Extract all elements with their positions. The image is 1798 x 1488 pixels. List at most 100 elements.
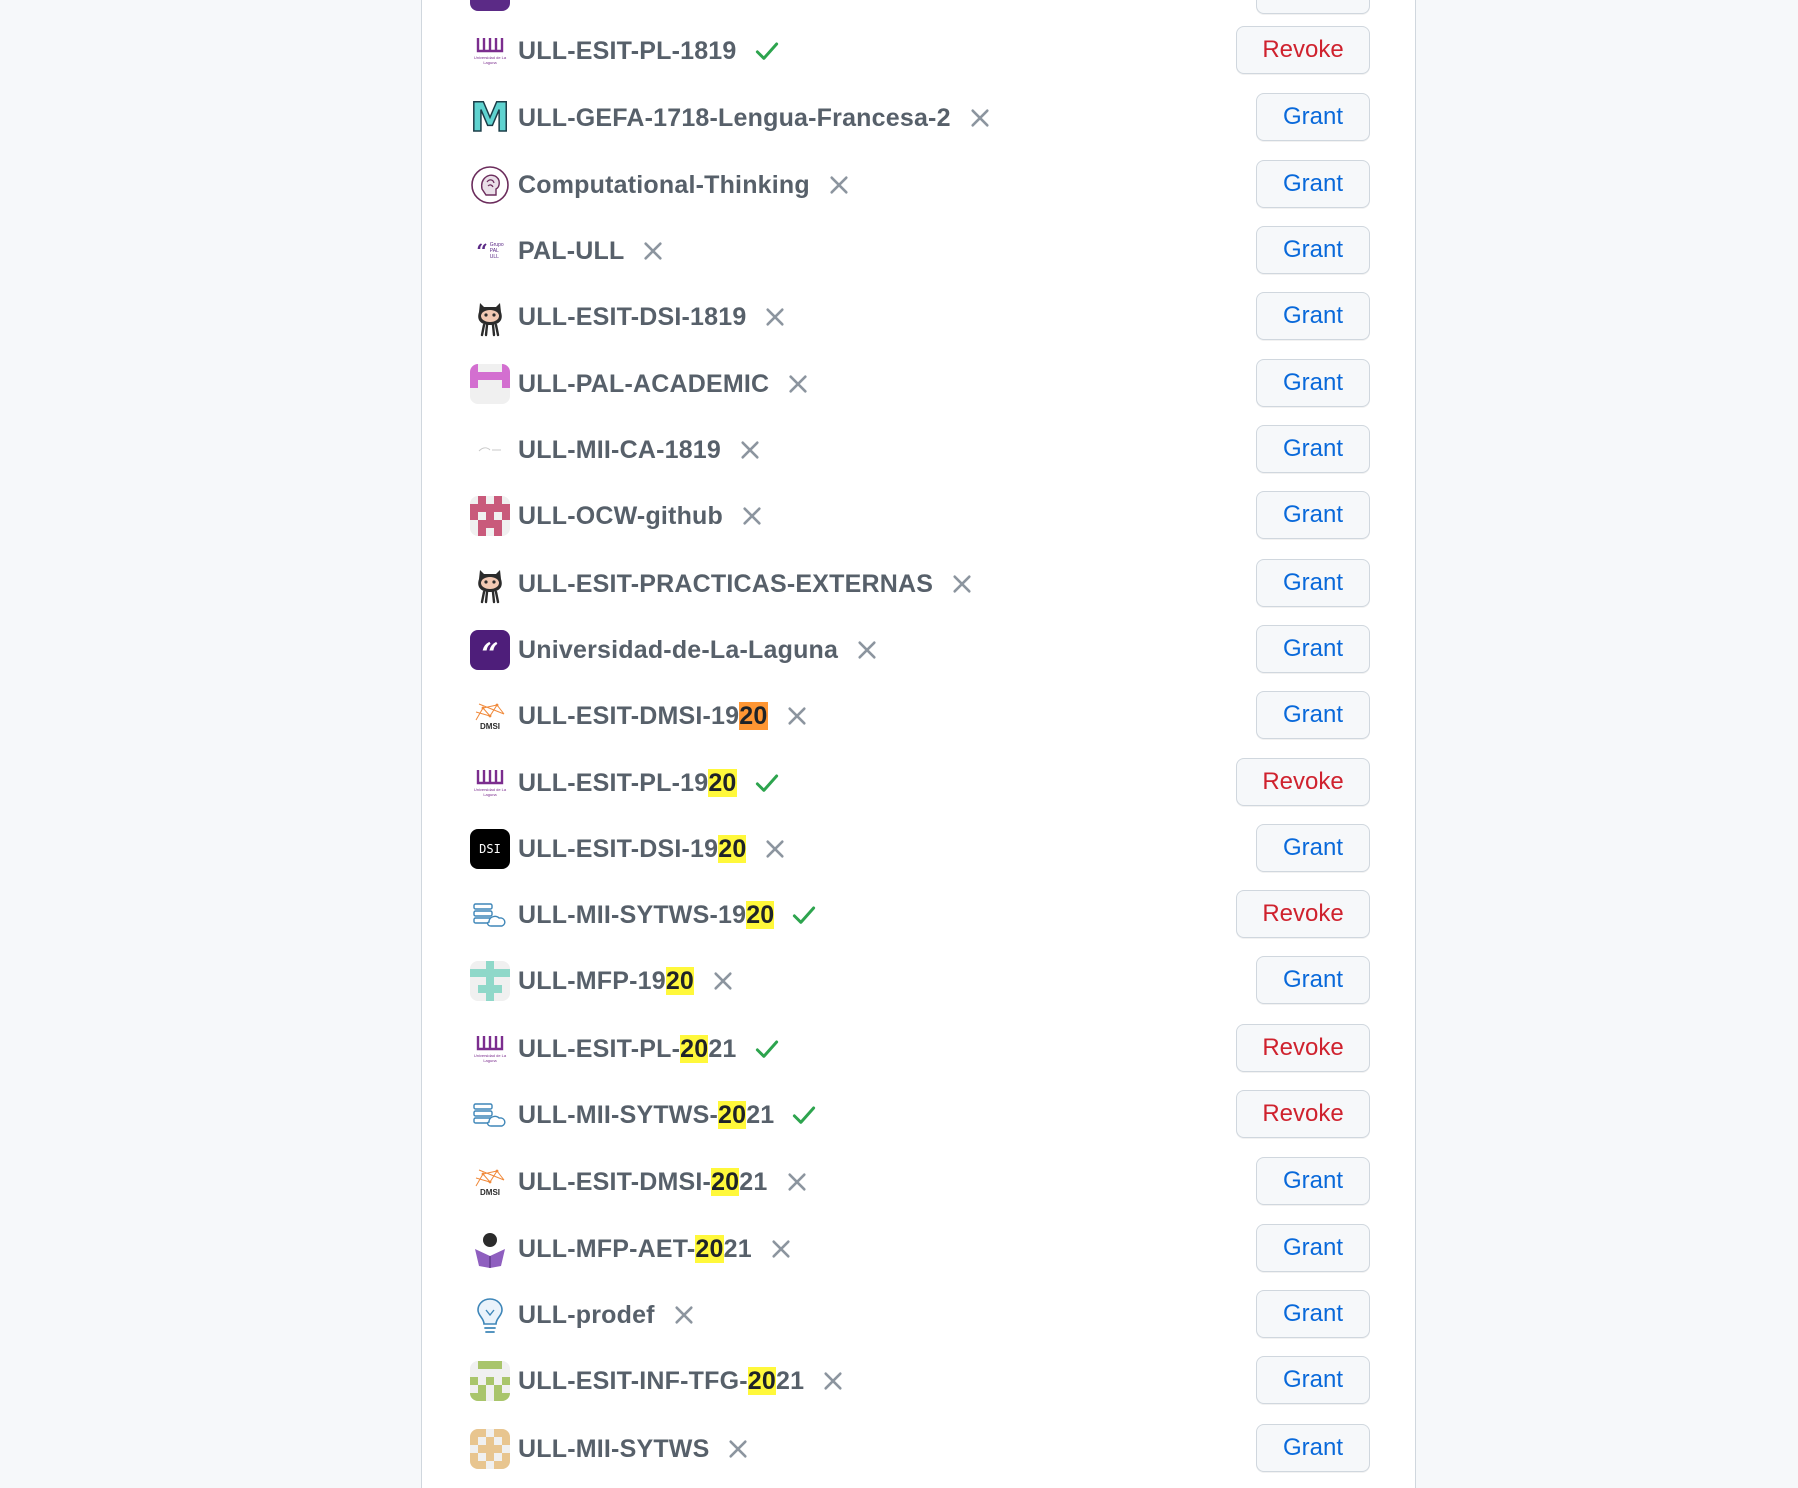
org-name-prefix: ULL-ESIT-PL-19	[518, 768, 709, 797]
org-name-prefix: ULL-ESIT-INF-TFG-	[518, 1366, 748, 1395]
grant-button[interactable]: Grant	[1256, 93, 1370, 141]
x-icon	[784, 1169, 810, 1195]
org-row: “ Universidad-de-La-Laguna Grant	[470, 625, 1370, 675]
org-name-prefix: ULL-ESIT-PL-	[518, 1034, 681, 1063]
x-icon	[768, 1236, 794, 1262]
grant-button[interactable]: Grant	[1256, 1356, 1370, 1404]
grant-button[interactable]: Grant	[1256, 559, 1370, 607]
org-name-prefix: Computational-Thinking	[518, 170, 810, 199]
grupo-pal-logo-icon: “Grupo PAL ULL	[470, 231, 510, 271]
grant-button[interactable]: Grant	[1256, 1290, 1370, 1338]
grant-button[interactable]: Grant	[1256, 160, 1370, 208]
org-row: ULL-ESIT-DSI-1819 Grant	[470, 292, 1370, 342]
revoke-button[interactable]: Revoke	[1236, 890, 1370, 938]
octocat-icon	[470, 564, 510, 604]
grant-button[interactable]: Grant	[1256, 0, 1370, 14]
org-row: ULL-MII-SYTWS-1920 Revoke	[470, 890, 1370, 940]
org-row: ULL-prodef Grant	[470, 1290, 1370, 1340]
grant-button[interactable]: Grant	[1256, 359, 1370, 407]
x-icon	[826, 172, 852, 198]
org-name-prefix: ULL-OCW-github	[518, 501, 723, 530]
org-name: ULL-MFP-AET-2021	[518, 1234, 752, 1264]
revoke-button[interactable]: Revoke	[1236, 758, 1370, 806]
grant-button[interactable]: Grant	[1256, 425, 1370, 473]
grant-button[interactable]: Grant	[1256, 292, 1370, 340]
search-match-highlight: 20	[708, 768, 737, 797]
reader-avatar-icon	[470, 1229, 510, 1269]
org-name-prefix: ULL-MII-CA-1819	[518, 435, 722, 464]
pink-identicon-icon	[470, 364, 510, 404]
org-name-prefix: ULL-prodef	[518, 1300, 655, 1329]
grant-button[interactable]: Grant	[1256, 691, 1370, 739]
grant-button[interactable]: Grant	[1256, 625, 1370, 673]
revoke-button[interactable]: Revoke	[1236, 1090, 1370, 1138]
org-row: ULL-ESIT-INF-TFG-2021 Grant	[470, 1356, 1370, 1406]
x-icon	[710, 968, 736, 994]
grant-button[interactable]: Grant	[1256, 956, 1370, 1004]
x-icon	[949, 571, 975, 597]
tan-identicon-icon	[470, 1429, 510, 1469]
x-icon	[671, 1302, 697, 1328]
check-icon	[753, 769, 781, 797]
sytws-logo-icon	[470, 1095, 510, 1135]
org-name: ULL-OCW-github	[518, 502, 723, 531]
org-name-prefix: Universidad-de-La-Laguna	[518, 635, 839, 664]
x-icon	[762, 304, 788, 330]
org-row: ULL-MII-CA-1819 Grant	[470, 425, 1370, 475]
org-name-suffix: 21	[739, 1167, 768, 1196]
org-name-prefix: ULL-GEFA-1718-Lengua-Francesa-2	[518, 103, 951, 132]
octocat-icon	[470, 297, 510, 337]
org-name: PAL-ULL	[518, 237, 624, 266]
org-row: Universidad de La Laguna ULL-ESIT-PL-1819…	[470, 26, 1370, 76]
x-icon	[762, 836, 788, 862]
org-row: ULL-PAL-ACADEMIC Grant	[470, 359, 1370, 409]
org-name-prefix: ULL-ESIT-DMSI-19	[518, 701, 740, 730]
org-row: ULL-MFP-AET-2021 Grant	[470, 1224, 1370, 1274]
revoke-button[interactable]: Revoke	[1236, 1024, 1370, 1072]
revoke-button[interactable]: Revoke	[1236, 26, 1370, 74]
grant-button[interactable]: Grant	[1256, 824, 1370, 872]
org-name: ULL-MFP-1920	[518, 966, 695, 996]
org-name: ULL-ESIT-PRACTICAS-EXTERNAS	[518, 570, 933, 599]
lightbulb-icon	[470, 1295, 510, 1335]
green-identicon-icon	[470, 1361, 510, 1401]
org-name-prefix: ULL-ESIT-DSI-19	[518, 834, 719, 863]
grant-button[interactable]: Grant	[1256, 1224, 1370, 1272]
check-icon	[790, 1101, 818, 1129]
purple-play-logo-icon	[470, 0, 510, 11]
x-icon	[784, 703, 810, 729]
grant-button[interactable]: Grant	[1256, 1157, 1370, 1205]
org-name: ULL-ESIT-DSI-1819	[518, 303, 746, 332]
search-match-highlight: 20	[717, 1100, 747, 1129]
org-name: ULL-ESIT-DSI-1920	[518, 834, 747, 864]
grant-button[interactable]: Grant	[1256, 1424, 1370, 1472]
teal-identicon-icon	[470, 961, 510, 1001]
org-name: ULL-GEFA-1718-Lengua-Francesa-2	[518, 104, 951, 133]
x-icon	[739, 503, 765, 529]
org-name-suffix: 21	[708, 1034, 737, 1063]
org-name-prefix: ULL-ESIT-DMSI-	[518, 1167, 712, 1196]
grant-button[interactable]: Grant	[1256, 491, 1370, 539]
org-row: Grant	[470, 0, 1370, 16]
org-name: Computational-Thinking	[518, 171, 810, 200]
dmsi-logo-icon: DMSI	[470, 696, 510, 736]
org-name-prefix: ULL-ESIT-PRACTICAS-EXTERNAS	[518, 569, 934, 598]
org-row: ULL-MII-SYTWS-2021 Revoke	[470, 1090, 1370, 1140]
org-name-prefix: ULL-MII-SYTWS-	[518, 1100, 718, 1129]
search-match-highlight: 20	[711, 1167, 740, 1196]
brain-head-icon	[470, 165, 510, 205]
org-row: ULL-MFP-1920 Grant	[470, 956, 1370, 1006]
search-match-highlight: 20	[718, 834, 747, 863]
x-icon	[785, 371, 811, 397]
org-name-prefix: PAL-ULL	[518, 236, 625, 265]
org-row: Universidad de La Laguna ULL-ESIT-PL-1920…	[470, 758, 1370, 808]
org-name-prefix: ULL-MII-SYTWS-19	[518, 900, 747, 929]
org-access-panel: Grant Universidad de La Laguna ULL-ESIT-P…	[421, 0, 1416, 1488]
ull-purple-logo-icon: “	[470, 630, 510, 670]
org-name: ULL-ESIT-PL-1819	[518, 37, 737, 66]
org-row: DSI ULL-ESIT-DSI-1920 Grant	[470, 824, 1370, 874]
org-row: “Grupo PAL ULL PAL-ULL Grant	[470, 226, 1370, 276]
org-name: ULL-MII-SYTWS-1920	[518, 900, 775, 930]
grant-button[interactable]: Grant	[1256, 226, 1370, 274]
cyan-m-logo-icon: M	[470, 98, 510, 138]
